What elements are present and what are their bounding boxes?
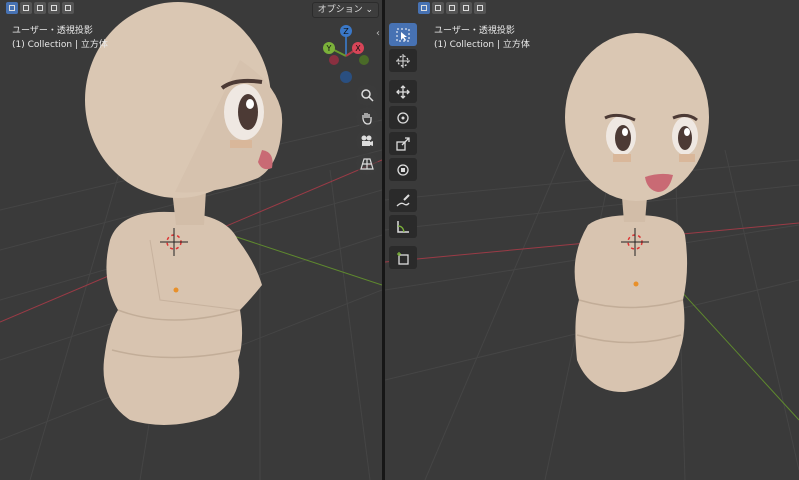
collection-label: (1) Collection | 立方体 bbox=[12, 40, 108, 50]
view-label: ユーザー・透視投影 bbox=[434, 26, 515, 36]
svg-text:Z: Z bbox=[343, 27, 349, 36]
viewport-left[interactable]: オプション ⌄ ユーザー・透視投影 (1) Collection | 立方体 Z… bbox=[0, 0, 382, 480]
add-cube-icon[interactable] bbox=[389, 246, 417, 269]
navigation-gizmo[interactable]: Z Y X bbox=[318, 24, 376, 86]
grid-perspective-icon[interactable] bbox=[356, 153, 378, 175]
select-new-icon[interactable] bbox=[418, 2, 430, 14]
collection-label: (1) Collection | 立方体 bbox=[434, 40, 530, 50]
rotate-icon[interactable] bbox=[389, 106, 417, 129]
select-invert-icon[interactable] bbox=[460, 2, 472, 14]
view-label: ユーザー・透視投影 bbox=[12, 26, 93, 36]
selection-mode-buttons bbox=[6, 2, 74, 14]
cursor-icon[interactable] bbox=[389, 49, 417, 72]
select-subtract-icon[interactable] bbox=[34, 2, 46, 14]
svg-text:X: X bbox=[355, 44, 361, 53]
options-label: オプション bbox=[317, 5, 363, 15]
move-icon[interactable] bbox=[389, 80, 417, 103]
transform-icon[interactable] bbox=[389, 158, 417, 181]
tool-shelf bbox=[389, 23, 420, 272]
selection-mode-buttons bbox=[418, 2, 486, 14]
select-invert-icon[interactable] bbox=[48, 2, 60, 14]
viewport-header-right bbox=[385, 0, 799, 20]
viewport-right[interactable]: ユーザー・透視投影 (1) Collection | 立方体 bbox=[385, 0, 799, 480]
character-model[interactable] bbox=[565, 33, 709, 393]
select-subtract-icon[interactable] bbox=[446, 2, 458, 14]
origin-point bbox=[633, 281, 639, 287]
select-new-icon[interactable] bbox=[6, 2, 18, 14]
character-model[interactable] bbox=[85, 2, 283, 425]
camera-icon[interactable] bbox=[356, 130, 378, 152]
zoom-icon[interactable] bbox=[356, 84, 378, 106]
select-intersect-icon[interactable] bbox=[62, 2, 74, 14]
annotate-icon[interactable] bbox=[389, 189, 417, 212]
viewport-scene-right[interactable] bbox=[385, 0, 799, 480]
measure-icon[interactable] bbox=[389, 215, 417, 238]
viewport-info-left: ユーザー・透視投影 (1) Collection | 立方体 bbox=[12, 24, 108, 52]
gizmo-neg-x[interactable] bbox=[329, 55, 339, 65]
svg-text:Y: Y bbox=[326, 44, 332, 53]
chevron-down-icon: ⌄ bbox=[365, 5, 373, 15]
gizmo-neg-y[interactable] bbox=[359, 55, 369, 65]
viewport-header-left: オプション ⌄ bbox=[0, 0, 382, 20]
hand-pan-icon[interactable] bbox=[356, 107, 378, 129]
select-extend-icon[interactable] bbox=[432, 2, 444, 14]
scale-icon[interactable] bbox=[389, 132, 417, 155]
origin-point bbox=[173, 287, 179, 293]
select-intersect-icon[interactable] bbox=[474, 2, 486, 14]
options-dropdown[interactable]: オプション ⌄ bbox=[311, 2, 379, 18]
select-box-icon[interactable] bbox=[389, 23, 417, 46]
select-extend-icon[interactable] bbox=[20, 2, 32, 14]
viewport-info-right: ユーザー・透視投影 (1) Collection | 立方体 bbox=[434, 24, 530, 52]
gizmo-neg-z[interactable] bbox=[340, 71, 352, 83]
chevron-left-icon[interactable]: ‹ bbox=[376, 28, 380, 39]
